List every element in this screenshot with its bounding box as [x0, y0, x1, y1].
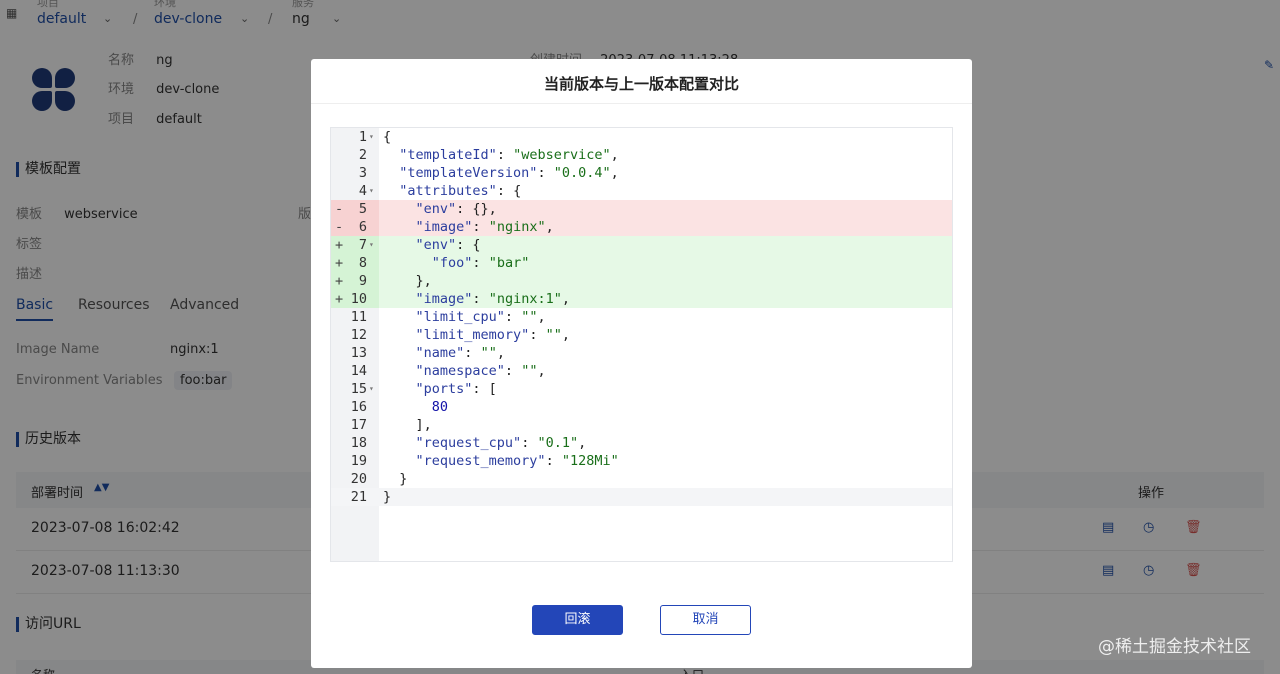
code-text: }	[383, 471, 408, 487]
line-number: 10	[350, 291, 367, 307]
code-text: "templateVersion": "0.0.4",	[399, 165, 619, 181]
code-text: "attributes": {	[399, 183, 522, 199]
diff-line: -5 "env": {},	[331, 200, 952, 218]
diff-line: 11 "limit_cpu": "",	[331, 308, 952, 326]
diff-line: 14 "namespace": "",	[331, 362, 952, 380]
diff-line: +8 "foo": "bar"	[331, 254, 952, 272]
code-text: "ports": [	[415, 381, 497, 397]
line-gutter: 3	[331, 164, 379, 182]
code-text: "image": "nginx:1",	[415, 291, 570, 307]
line-number: 6	[358, 219, 367, 235]
diff-line: 18 "request_cpu": "0.1",	[331, 434, 952, 452]
line-gutter: -5	[331, 200, 379, 218]
modal-header: 当前版本与上一版本配置对比	[311, 59, 972, 104]
line-number: 20	[350, 471, 367, 487]
diff-line: 12 "limit_memory": "",	[331, 326, 952, 344]
line-gutter: 18	[331, 434, 379, 452]
line-gutter: +9	[331, 272, 379, 290]
code-text: ],	[383, 417, 432, 433]
code-text: "image": "nginx",	[415, 219, 554, 235]
diff-modal: 当前版本与上一版本配置对比 1 ▾{2 "templateId": "webser…	[311, 59, 972, 668]
code-text: "env": {	[415, 237, 481, 253]
code-text: "foo": "bar"	[431, 255, 530, 271]
line-gutter: 4 ▾	[331, 182, 379, 200]
diff-line: 3 "templateVersion": "0.0.4",	[331, 164, 952, 182]
diff-line: 2 "templateId": "webservice",	[331, 146, 952, 164]
line-gutter: 17	[331, 416, 379, 434]
code-text: "limit_memory": "",	[415, 327, 570, 343]
line-gutter: 20	[331, 470, 379, 488]
diff-line: 20 }	[331, 470, 952, 488]
diff-line: 1 ▾{	[331, 128, 952, 146]
line-gutter: +10	[331, 290, 379, 308]
diff-line: +7 ▾ "env": {	[331, 236, 952, 254]
line-gutter: 12	[331, 326, 379, 344]
fold-arrow-icon[interactable]: ▾	[369, 128, 374, 146]
line-gutter: 1 ▾	[331, 128, 379, 146]
watermark: @稀土掘金技术社区	[1098, 637, 1251, 657]
cancel-button[interactable]: 取消	[660, 605, 751, 635]
line-gutter: +7 ▾	[331, 236, 379, 254]
line-number: 15	[350, 381, 367, 397]
diff-line: +10 "image": "nginx:1",	[331, 290, 952, 308]
line-gutter: 19	[331, 452, 379, 470]
diff-line: 17 ],	[331, 416, 952, 434]
fold-arrow-icon[interactable]: ▾	[369, 182, 374, 200]
line-gutter: -6	[331, 218, 379, 236]
line-number: 7	[358, 237, 367, 253]
line-number: 12	[350, 327, 367, 343]
fold-arrow-icon[interactable]: ▾	[369, 380, 374, 398]
line-gutter: 13	[331, 344, 379, 362]
code-text: "name": "",	[415, 345, 505, 361]
line-gutter: 2	[331, 146, 379, 164]
diff-line: +9 },	[331, 272, 952, 290]
line-number: 11	[350, 309, 367, 325]
line-number: 5	[358, 201, 367, 217]
code-text: }	[383, 489, 392, 505]
line-gutter: 21	[331, 488, 379, 506]
line-number: 17	[350, 417, 367, 433]
line-gutter: +8	[331, 254, 379, 272]
line-number: 4	[358, 183, 367, 199]
diff-editor[interactable]: 1 ▾{2 "templateId": "webservice", 3 "templ…	[330, 127, 953, 562]
line-number: 13	[350, 345, 367, 361]
line-gutter: 11	[331, 308, 379, 326]
line-number: 19	[350, 453, 367, 469]
code-text: "namespace": "",	[415, 363, 546, 379]
code-text: },	[383, 273, 432, 289]
code-text: "request_cpu": "0.1",	[415, 435, 587, 451]
code-text: 80	[431, 399, 449, 415]
code-text: {	[383, 129, 392, 145]
line-number: 3	[358, 165, 367, 181]
line-number: 14	[350, 363, 367, 379]
line-number: 8	[358, 255, 367, 271]
line-number: 21	[350, 489, 367, 505]
fold-arrow-icon[interactable]: ▾	[369, 236, 374, 254]
diff-line: 21}	[331, 488, 952, 506]
line-number: 2	[358, 147, 367, 163]
diff-line: 4 ▾ "attributes": {	[331, 182, 952, 200]
diff-line: 15 ▾ "ports": [	[331, 380, 952, 398]
line-gutter: 16	[331, 398, 379, 416]
rollback-button[interactable]: 回滚	[532, 605, 623, 635]
diff-line: 19 "request_memory": "128Mi"	[331, 452, 952, 470]
line-gutter: 14	[331, 362, 379, 380]
code-text: "env": {},	[415, 201, 497, 217]
modal-title: 当前版本与上一版本配置对比	[543, 75, 739, 93]
line-number: 9	[358, 273, 367, 289]
line-number: 18	[350, 435, 367, 451]
line-number: 16	[350, 399, 367, 415]
line-number: 1	[358, 129, 367, 145]
diff-line: -6 "image": "nginx",	[331, 218, 952, 236]
code-text: "limit_cpu": "",	[415, 309, 546, 325]
code-text: "templateId": "webservice",	[399, 147, 619, 163]
code-text: "request_memory": "128Mi"	[415, 453, 619, 469]
diff-line: 13 "name": "",	[331, 344, 952, 362]
diff-line: 16 80	[331, 398, 952, 416]
line-gutter: 15 ▾	[331, 380, 379, 398]
